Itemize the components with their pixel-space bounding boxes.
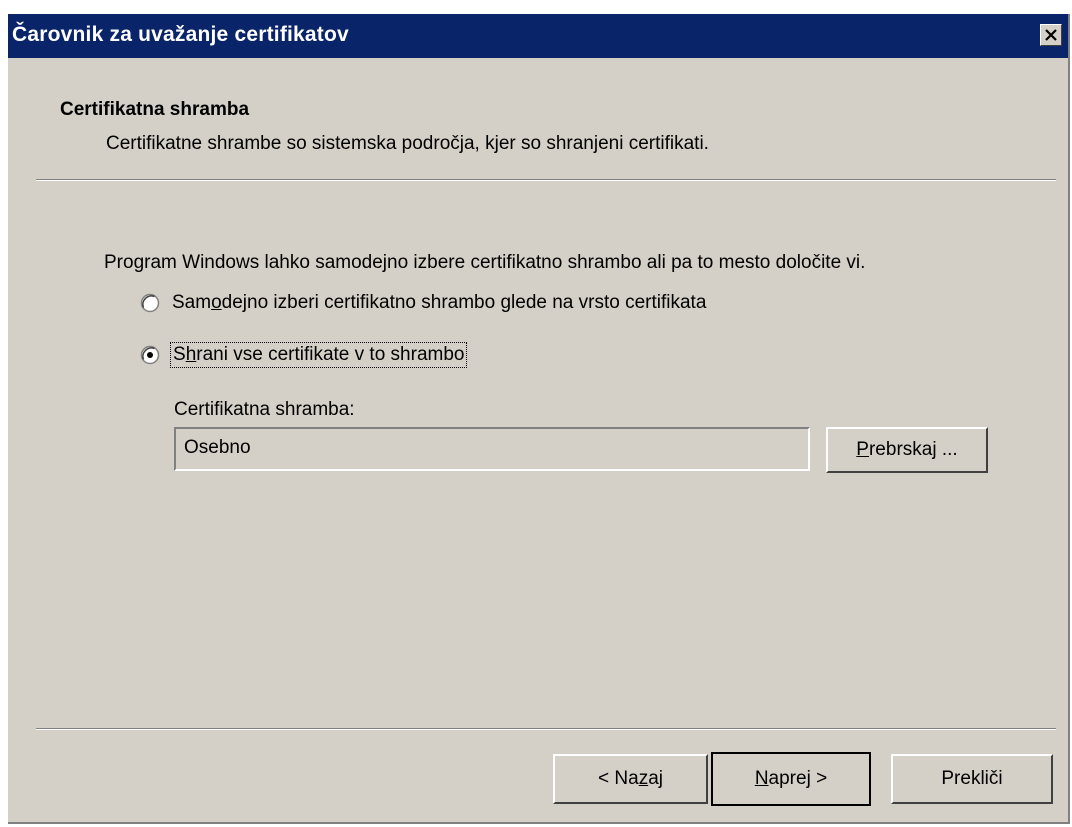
window-title: Čarovnik za uvažanje certifikatov: [12, 23, 349, 46]
store-field-label: Certifikatna shramba:: [174, 399, 355, 420]
certificate-import-wizard-window: Čarovnik za uvažanje certifikatov Certif…: [8, 14, 1070, 824]
footer-divider: [36, 728, 1056, 730]
radio-option-automatic[interactable]: Samodejno izberi certifikatno shrambo gl…: [140, 289, 708, 317]
intro-text: Program Windows lahko samodejno izbere c…: [104, 252, 866, 273]
next-button[interactable]: Naprej >: [711, 752, 871, 806]
close-icon: [1045, 29, 1057, 41]
title-bar[interactable]: Čarovnik za uvažanje certifikatov: [8, 14, 1068, 58]
radio-label-automatic: Samodejno izberi certifikatno shrambo gl…: [172, 292, 707, 313]
page-title: Certifikatna shramba: [60, 99, 250, 120]
radio-button-unselected[interactable]: [140, 293, 160, 313]
page-subtitle: Certifikatne shrambe so sistemska področ…: [106, 133, 709, 154]
header-divider: [36, 179, 1056, 181]
back-button[interactable]: < Nazaj: [553, 754, 708, 804]
radio-button-selected[interactable]: [140, 345, 160, 365]
close-button[interactable]: [1040, 24, 1062, 46]
certificate-store-field[interactable]: Osebno: [174, 427, 810, 471]
cancel-button[interactable]: Prekliči: [891, 754, 1053, 804]
radio-option-manual-store[interactable]: Shrani vse certifikate v to shrambo: [140, 341, 468, 369]
radio-label-manual-store: Shrani vse certifikate v to shrambo: [170, 342, 468, 368]
browse-button[interactable]: Prebrskaj ...: [826, 427, 988, 473]
